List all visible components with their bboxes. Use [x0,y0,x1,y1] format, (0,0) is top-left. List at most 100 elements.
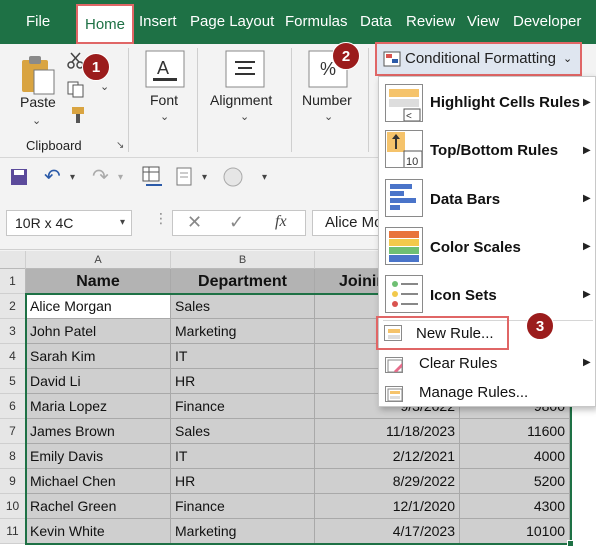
tab-review[interactable]: Review [406,0,455,44]
tab-formulas[interactable]: Formulas [285,0,348,44]
alignment-group-label[interactable]: Alignment [210,92,272,108]
table-cell[interactable]: Sales [171,294,315,319]
row-header[interactable]: 10 [0,494,26,519]
table-cell[interactable]: 4/17/2023 [315,519,460,544]
tab-home[interactable]: Home [76,4,135,44]
number-chevron-icon[interactable]: ⌄ [324,110,333,123]
menu-item-data-bars[interactable]: Data Bars ▶ [379,175,596,221]
clipboard-launcher-icon[interactable]: ↘ [116,140,124,151]
table-cell[interactable]: Rachel Green [26,494,171,519]
paste-chevron-icon[interactable]: ⌄ [32,114,41,127]
ribbon-separator [291,48,292,152]
form-icon[interactable] [175,166,195,188]
conditional-formatting-button[interactable]: Conditional Formatting ⌄ [375,42,582,76]
undo-chevron-icon[interactable]: ▾ [70,172,75,183]
tab-data[interactable]: Data [360,0,392,44]
row-header[interactable]: 2 [0,294,26,319]
submenu-arrow-icon: ▶ [583,289,591,300]
enter-icon[interactable]: ✓ [229,212,244,233]
highlight-cells-icon: < [385,84,423,122]
table-cell[interactable]: 8/29/2022 [315,469,460,494]
table-header-cell[interactable]: Department [171,269,315,294]
row-header[interactable]: 7 [0,419,26,444]
font-chevron-icon[interactable]: ⌄ [160,110,169,123]
table-cell[interactable]: Emily Davis [26,444,171,469]
table-cell[interactable]: Kevin White [26,519,171,544]
row-header[interactable]: 3 [0,319,26,344]
svg-text:A: A [157,58,169,78]
name-box-chevron-icon[interactable]: ▾ [120,211,125,235]
tab-insert[interactable]: Insert [139,0,177,44]
table-cell[interactable]: Marketing [171,319,315,344]
table-cell[interactable]: Finance [171,494,315,519]
menu-item-highlight-cells-rules[interactable]: < Highlight Cells Rules ▶ [379,81,596,125]
menu-item-color-scales[interactable]: Color Scales ▶ [379,223,596,269]
table-cell[interactable]: HR [171,369,315,394]
table-cell[interactable]: 4000 [460,444,570,469]
tab-page-layout[interactable]: Page Layout [190,0,274,44]
table-cell[interactable]: Finance [171,394,315,419]
cancel-icon[interactable]: ✕ [187,212,202,233]
form-chevron-icon[interactable]: ▾ [202,172,207,183]
select-all-corner[interactable] [0,251,26,269]
paste-label[interactable]: Paste [20,94,56,110]
table-cell[interactable]: 10100 [460,519,570,544]
table-cell[interactable]: Maria Lopez [26,394,171,419]
customize-qat-icon[interactable]: ▾ [262,172,267,183]
table-cell[interactable]: James Brown [26,419,171,444]
copy-icon[interactable] [66,80,86,98]
redo-icon[interactable]: ↷ [92,164,109,189]
row-header[interactable]: 9 [0,469,26,494]
table-cell[interactable]: 11/18/2023 [315,419,460,444]
table-cell[interactable]: John Patel [26,319,171,344]
menu-item-new-rule[interactable]: New Rule... [376,316,509,350]
step-badge-2: 2 [332,42,360,70]
fill-handle[interactable] [567,540,574,547]
table-cell[interactable]: IT [171,444,315,469]
font-icon[interactable]: A [145,50,185,88]
insert-function-icon[interactable]: fx [275,213,287,231]
number-group-label[interactable]: Number [302,92,352,108]
row-header[interactable]: 11 [0,519,26,544]
column-header-b[interactable]: B [171,251,315,269]
table-cell[interactable]: 2/12/2021 [315,444,460,469]
name-box[interactable]: 10R x 4C ▾ [6,210,132,236]
tab-developer[interactable]: Developer [513,0,581,44]
table-cell[interactable]: 4300 [460,494,570,519]
font-group-label[interactable]: Font [150,92,178,108]
tab-view[interactable]: View [467,0,499,44]
tab-file[interactable]: File [26,0,50,44]
paste-icon[interactable] [20,54,56,96]
menu-item-clear-rules[interactable]: Clear Rules ▶ [379,351,596,381]
redo-chevron-icon[interactable]: ▾ [118,172,123,183]
table-cell[interactable]: Sales [171,419,315,444]
table-cell[interactable]: 11600 [460,419,570,444]
table-icon[interactable] [142,166,164,188]
active-cell[interactable]: Alice Morgan [26,294,171,319]
row-header[interactable]: 4 [0,344,26,369]
column-header-a[interactable]: A [26,251,171,269]
shape-circle-icon[interactable] [222,166,244,188]
alignment-chevron-icon[interactable]: ⌄ [240,110,249,123]
table-cell[interactable]: 12/1/2020 [315,494,460,519]
menu-item-manage-rules[interactable]: Manage Rules... [379,381,596,409]
table-header-cell[interactable]: Name [26,269,171,294]
row-header[interactable]: 1 [0,269,26,294]
row-header[interactable]: 6 [0,394,26,419]
row-header[interactable]: 8 [0,444,26,469]
copy-chevron-icon[interactable]: ⌄ [100,80,109,93]
alignment-icon[interactable] [225,50,265,88]
table-cell[interactable]: Michael Chen [26,469,171,494]
undo-icon[interactable]: ↶ [44,164,61,189]
menu-item-icon-sets[interactable]: Icon Sets ▶ [379,271,596,317]
table-cell[interactable]: IT [171,344,315,369]
menu-item-top-bottom-rules[interactable]: 10 Top/Bottom Rules ▶ [379,127,596,173]
table-cell[interactable]: 5200 [460,469,570,494]
table-cell[interactable]: HR [171,469,315,494]
save-icon[interactable] [10,168,28,186]
table-cell[interactable]: Marketing [171,519,315,544]
table-cell[interactable]: Sarah Kim [26,344,171,369]
table-cell[interactable]: David Li [26,369,171,394]
row-header[interactable]: 5 [0,369,26,394]
format-painter-icon[interactable] [66,106,86,124]
